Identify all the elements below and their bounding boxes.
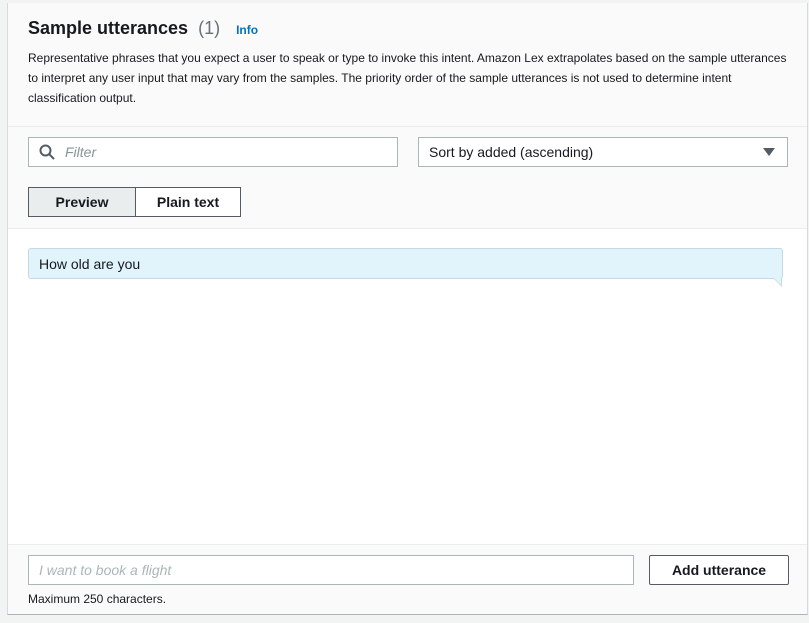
panel-title: Sample utterances (28, 18, 189, 38)
panel-description: Representative phrases that you expect a… (28, 51, 787, 105)
sort-select-value: Sort by added (ascending) (429, 144, 594, 160)
add-utterance-button[interactable]: Add utterance (649, 555, 789, 585)
panel-header: Sample utterances (1) Info Representativ… (8, 3, 807, 127)
filter-field[interactable] (28, 137, 398, 167)
new-utterance-input[interactable] (28, 555, 634, 585)
sort-select[interactable]: Sort by added (ascending) (418, 137, 788, 167)
utterance-item[interactable]: How old are you (28, 248, 783, 287)
search-icon (39, 144, 55, 160)
utterance-text: How old are you (39, 255, 141, 272)
preview-button[interactable]: Preview (28, 187, 136, 217)
sample-utterances-panel: Sample utterances (1) Info Representativ… (7, 3, 808, 615)
title-row: Sample utterances (1) Info (28, 18, 258, 39)
utterance-count: (1) (198, 18, 221, 38)
controls-bar: Sort by added (ascending) Preview Plain … (8, 127, 807, 229)
view-mode-toggle: Preview Plain text (28, 187, 241, 217)
filter-input[interactable] (63, 143, 367, 161)
speech-bubble-tail-fill (774, 278, 781, 285)
caret-down-icon (763, 148, 775, 156)
add-utterance-footer: Add utterance Maximum 250 characters. (8, 544, 807, 614)
character-limit-hint: Maximum 250 characters. (28, 592, 167, 606)
info-link[interactable]: Info (236, 23, 258, 37)
plain-text-button[interactable]: Plain text (136, 187, 241, 217)
